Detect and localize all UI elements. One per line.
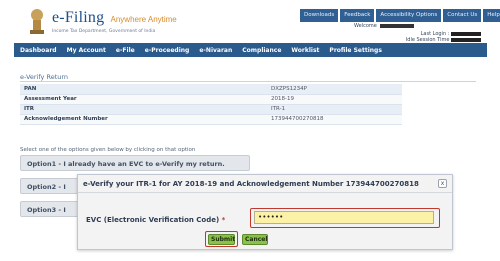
nav-profile-settings[interactable]: Profile Settings — [329, 47, 381, 54]
login-info: Last Login : Idle Session Time — [406, 31, 481, 43]
brand-tagline: Anywhere Anytime — [110, 15, 177, 24]
evc-field-label: EVC (Electronic Verification Code) * — [86, 216, 225, 224]
evc-label-text: EVC (Electronic Verification Code) — [86, 216, 220, 224]
table-row: Acknowledgement Number 173944700270818 — [20, 114, 402, 125]
row-value-assessment-year: 2018-19 — [267, 94, 402, 105]
nav-compliance[interactable]: Compliance — [242, 47, 281, 54]
welcome-text: Welcome — [354, 23, 415, 29]
nav-my-account[interactable]: My Account — [67, 47, 106, 54]
row-value-pan: DXZPS1234P — [267, 84, 402, 95]
redacted-session-time — [451, 37, 481, 42]
brand-subtitle: Income Tax Department, Government of Ind… — [52, 29, 156, 34]
top-link-feedback[interactable]: Feedback — [340, 9, 375, 22]
site-header: e-Filing Anywhere Anytime Income Tax Dep… — [8, 4, 500, 43]
top-link-downloads[interactable]: Downloads — [300, 9, 339, 22]
nav-dashboard[interactable]: Dashboard — [20, 47, 57, 54]
national-emblem-icon — [30, 9, 44, 34]
option3-button[interactable]: Option3 - I — [20, 201, 80, 217]
row-value-itr: ITR-1 — [267, 104, 402, 115]
page-title: e-Verify Return — [20, 73, 69, 81]
title-divider — [20, 81, 476, 82]
nav-worklist[interactable]: Worklist — [291, 47, 319, 54]
evc-dialog: e-Verify your ITR-1 for AY 2018-19 and A… — [77, 174, 453, 250]
nav-e-nivaran[interactable]: e-Nivaran — [199, 47, 232, 54]
redacted-last-login — [451, 31, 481, 36]
evc-highlight-frame: •••••• — [250, 208, 440, 228]
dialog-title: e-Verify your ITR-1 for AY 2018-19 and A… — [83, 180, 419, 188]
row-value-ack-number: 173944700270818 — [267, 114, 402, 125]
evc-input[interactable]: •••••• — [254, 211, 434, 224]
table-row: ITR ITR-1 — [20, 104, 402, 115]
required-mark: * — [221, 216, 226, 224]
nav-e-file[interactable]: e-File — [116, 47, 135, 54]
top-links: Downloads Feedback Accessibility Options… — [300, 9, 500, 22]
main-nav: Dashboard My Account e-File e-Proceeding… — [14, 43, 487, 57]
cancel-button[interactable]: Cancel — [242, 234, 268, 245]
option2-button[interactable]: Option2 - I — [20, 178, 80, 194]
option1-button[interactable]: Option1 - I already have an EVC to e-Ver… — [20, 155, 250, 171]
row-label-assessment-year: Assessment Year — [20, 94, 267, 105]
brand-title: e-Filing — [52, 9, 105, 26]
submit-button[interactable]: Submit — [208, 234, 235, 245]
return-details-table: PAN DXZPS1234P Assessment Year 2018-19 I… — [20, 84, 402, 125]
nav-e-proceeding[interactable]: e-Proceeding — [145, 47, 190, 54]
top-link-contact[interactable]: Contact Us — [443, 9, 482, 22]
row-label-ack-number: Acknowledgement Number — [20, 114, 267, 125]
welcome-label: Welcome — [354, 23, 377, 29]
instruction-text: Select one of the options given below by… — [20, 147, 196, 153]
close-icon[interactable]: x — [438, 179, 447, 188]
brand-block: e-Filing Anywhere Anytime Income Tax Dep… — [52, 9, 177, 34]
table-row: PAN DXZPS1234P — [20, 84, 402, 95]
top-link-accessibility[interactable]: Accessibility Options — [376, 9, 442, 22]
top-link-help[interactable]: Help — [483, 9, 500, 22]
row-label-itr: ITR — [20, 104, 267, 115]
row-label-pan: PAN — [20, 84, 267, 95]
table-row: Assessment Year 2018-19 — [20, 94, 402, 105]
redacted-username — [380, 23, 415, 28]
dialog-header: e-Verify your ITR-1 for AY 2018-19 and A… — [78, 175, 452, 193]
